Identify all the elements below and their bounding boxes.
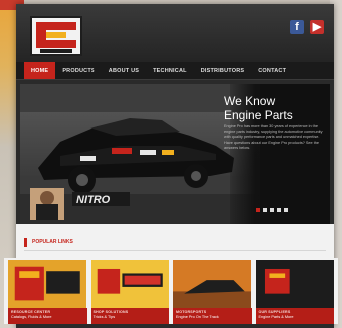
site-header: f ▶ (16, 4, 334, 62)
social-links: f ▶ (290, 20, 324, 34)
tile-motorsports[interactable]: MOTORSPORTS Engine Pro On The Track (173, 260, 252, 324)
hero-body-text: Engine Pro has more than 30 years of exp… (224, 124, 323, 151)
tile-resource-center[interactable]: RESOURCE CENTER Catalogs, Fluids & More (8, 260, 87, 324)
tile-our-suppliers[interactable]: OUR SUPPLIERS Engine Parts & More (255, 260, 334, 324)
tile-4-caption: OUR SUPPLIERS Engine Parts & More (255, 308, 334, 324)
slider-dot-1[interactable] (256, 208, 260, 212)
tile-3-subtitle: Engine Pro On The Track (176, 315, 219, 319)
youtube-icon[interactable]: ▶ (310, 20, 324, 34)
hero-slider[interactable]: NITRO We Know Engine Parts Engine Pro ha… (20, 84, 330, 224)
tile-shop-solutions[interactable]: SHOP SOLUTIONS Tricks & Tips (90, 260, 169, 324)
hero-title: We Know Engine Parts (224, 94, 293, 122)
facebook-icon[interactable]: f (290, 20, 304, 34)
tile-1-caption: RESOURCE CENTER Catalogs, Fluids & More (8, 308, 87, 324)
nav-home[interactable]: HOME (24, 62, 56, 79)
slider-dot-3[interactable] (270, 208, 274, 212)
hero-title-line-1: We Know (224, 94, 276, 108)
popular-links-accent (24, 238, 27, 247)
tile-2-caption: SHOP SOLUTIONS Tricks & Tips (90, 308, 169, 324)
slider-dot-2[interactable] (263, 208, 267, 212)
popular-links-heading: POPULAR LINKS (32, 239, 73, 245)
svg-text:NITRO: NITRO (76, 194, 111, 206)
popular-links-tiles: RESOURCE CENTER Catalogs, Fluids & More … (4, 258, 338, 324)
tile-1-subtitle: Catalogs, Fluids & More (11, 315, 52, 319)
nav-products[interactable]: PRODUCTS (55, 62, 101, 79)
tile-2-title: SHOP SOLUTIONS (93, 310, 129, 314)
tile-4-subtitle: Engine Parts & More (258, 315, 294, 319)
nav-technical[interactable]: TECHNICAL (146, 62, 194, 79)
popular-links-divider (24, 250, 326, 251)
engine-pro-logo[interactable] (30, 16, 82, 56)
tile-3-title: MOTORSPORTS (176, 310, 207, 314)
nav-contact[interactable]: CONTACT (251, 62, 293, 79)
tile-3-caption: MOTORSPORTS Engine Pro On The Track (173, 308, 252, 324)
hero-title-line-2: Engine Parts (224, 108, 293, 122)
tile-2-subtitle: Tricks & Tips (93, 315, 116, 319)
tile-4-title: OUR SUPPLIERS (258, 310, 291, 314)
slider-dot-5[interactable] (284, 208, 288, 212)
slider-dot-4[interactable] (277, 208, 281, 212)
nav-about-us[interactable]: ABOUT US (102, 62, 146, 79)
tile-1-title: RESOURCE CENTER (11, 310, 51, 314)
main-navigation: HOME PRODUCTS ABOUT US TECHNICAL DISTRIB… (16, 62, 334, 80)
nav-distributors[interactable]: DISTRIBUTORS (194, 62, 252, 79)
slider-pagination (256, 208, 288, 212)
